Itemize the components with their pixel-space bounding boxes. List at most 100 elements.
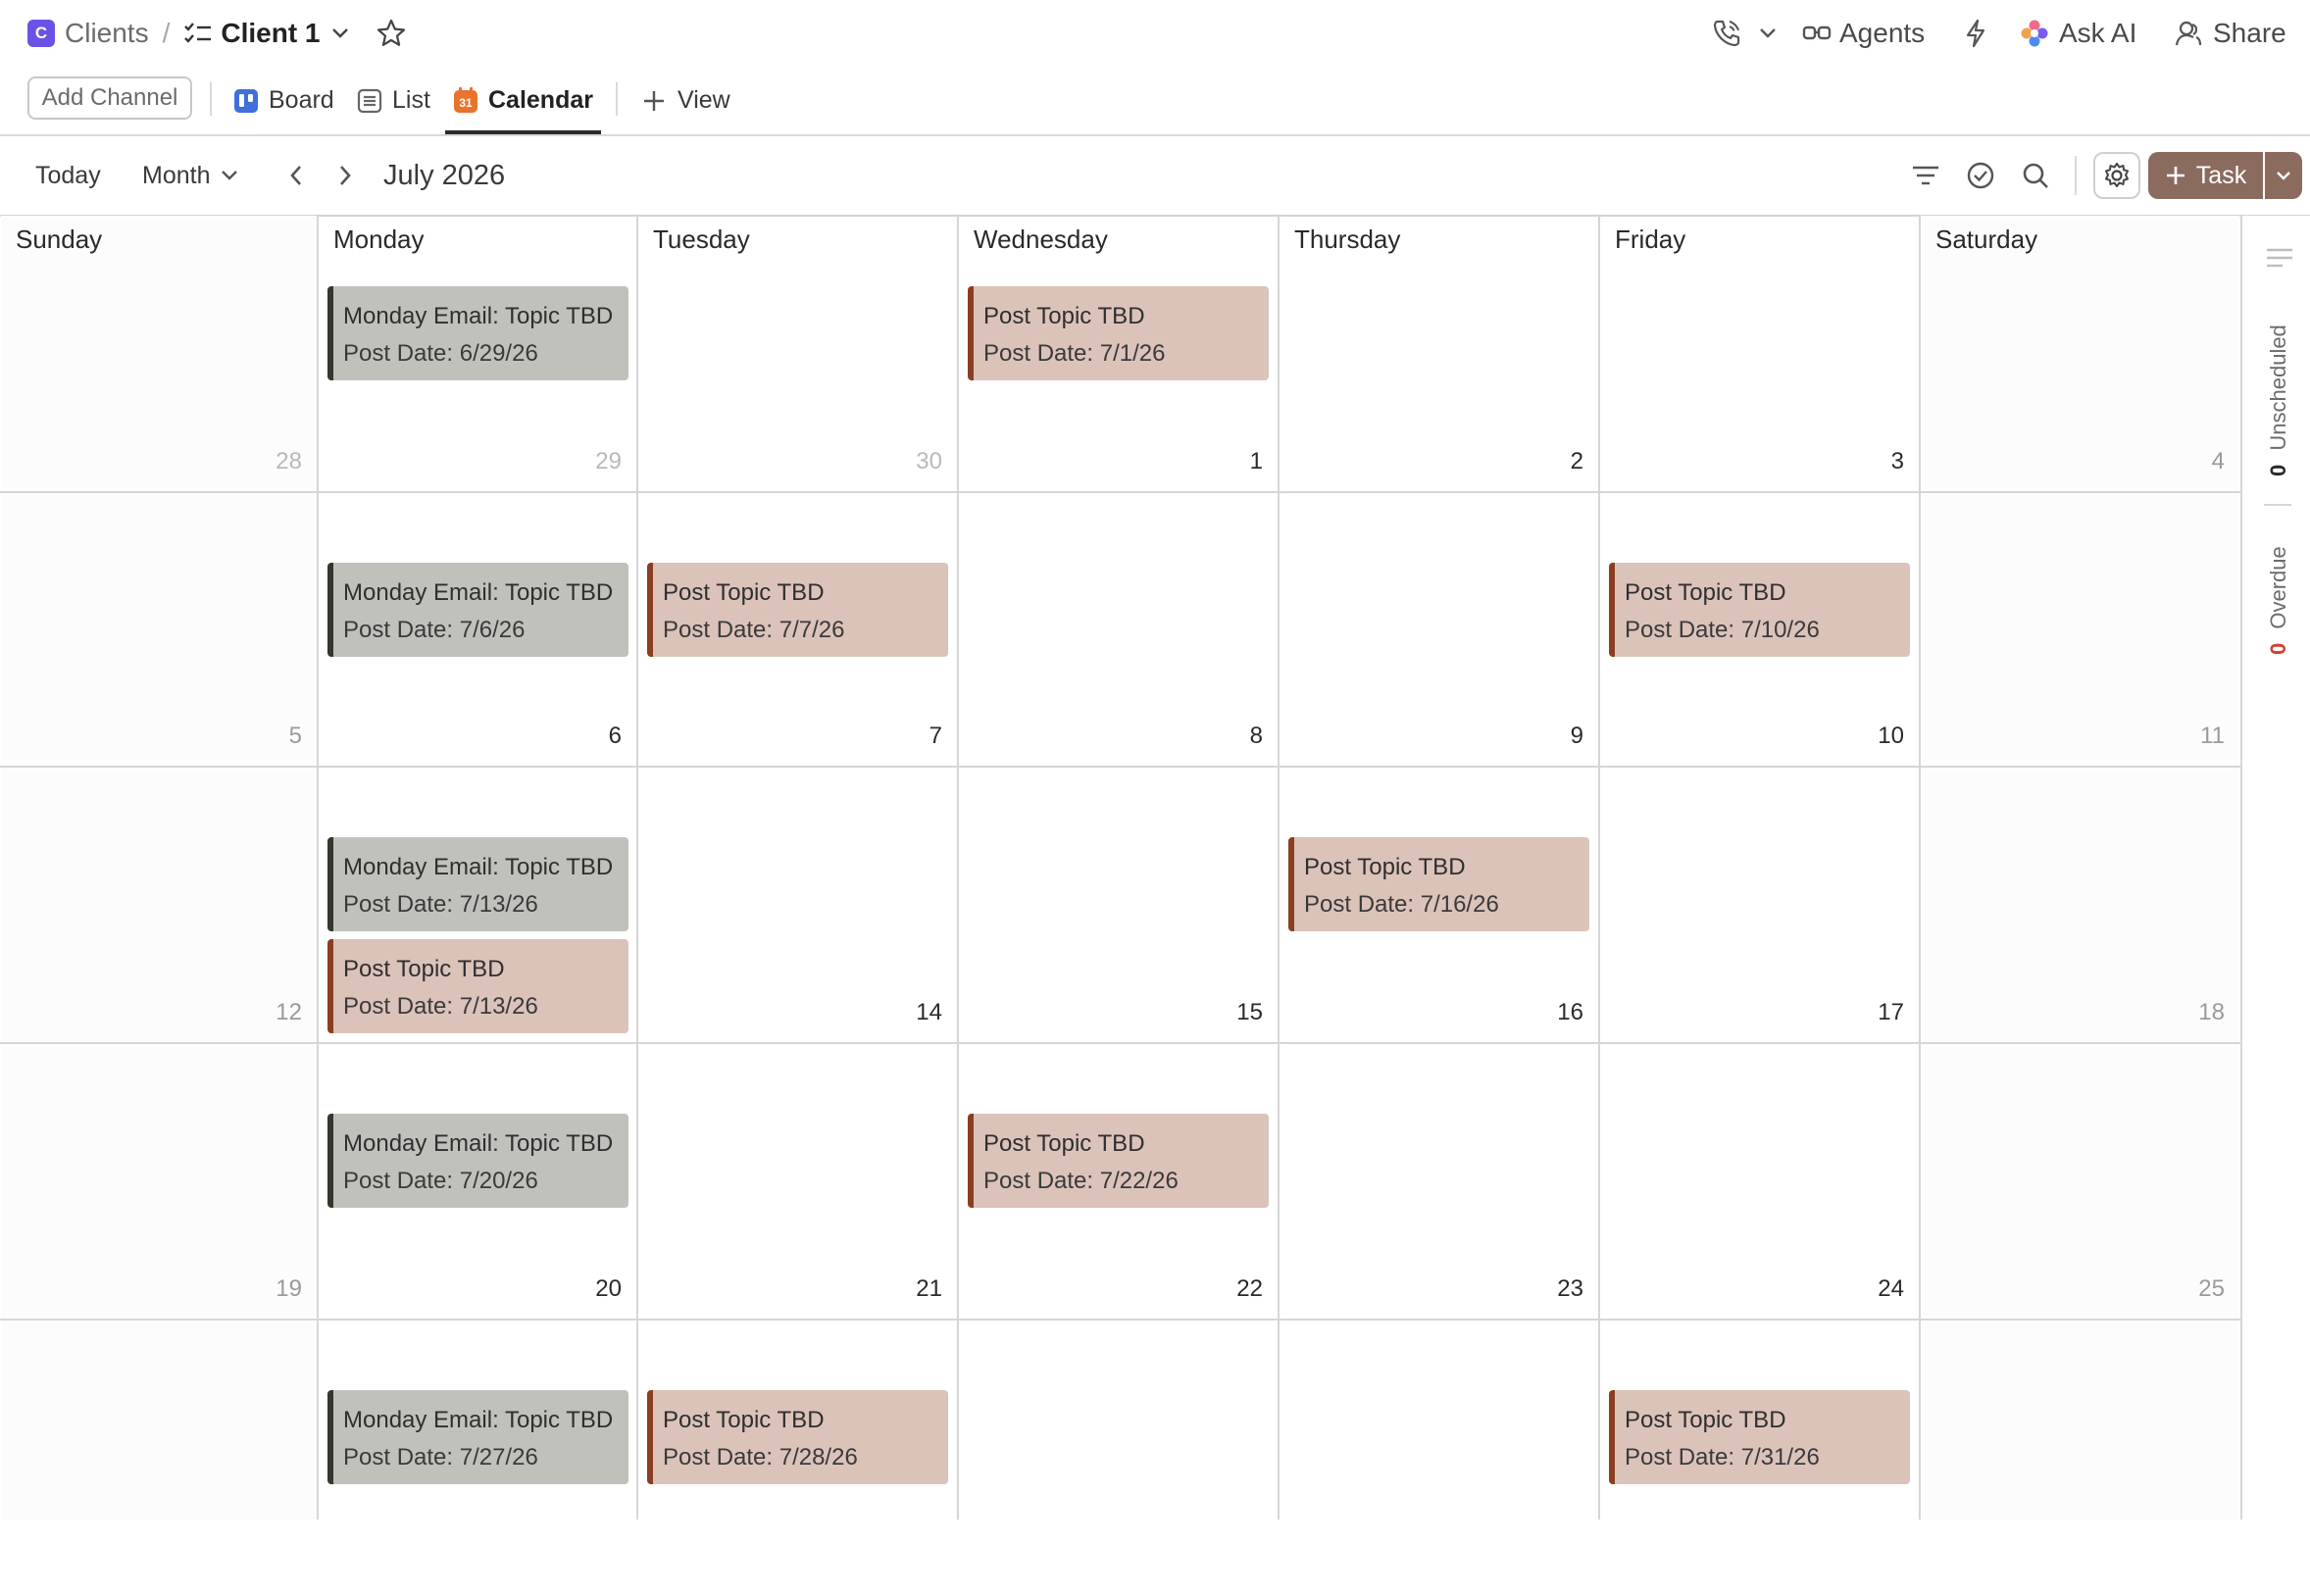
tab-board[interactable]: Board	[233, 67, 334, 134]
event-title: Monday Email: Topic TBD	[343, 579, 614, 606]
breadcrumb-workspace[interactable]: Clients	[65, 18, 149, 49]
day-number: 22	[1236, 1275, 1263, 1302]
event-card[interactable]: Post Topic TBD Post Date: 7/7/26	[647, 563, 948, 657]
event-card[interactable]: Post Topic TBD Post Date: 7/28/26	[647, 1390, 948, 1484]
list-icon	[357, 88, 382, 114]
event-post-date: Post Date: 7/16/26	[1304, 891, 1499, 918]
tab-board-label: Board	[269, 86, 334, 114]
event-title: Monday Email: Topic TBD	[343, 303, 614, 329]
rail-divider	[2264, 504, 2291, 506]
settings-button[interactable]	[2093, 152, 2140, 199]
event-card[interactable]: Post Topic TBD Post Date: 7/16/26	[1288, 837, 1589, 931]
day-number: 14	[916, 999, 942, 1025]
day-number: 10	[1878, 723, 1904, 749]
day-cell[interactable]	[0, 1320, 318, 1596]
day-number: 16	[1557, 999, 1583, 1025]
event-card[interactable]: Post Topic TBD Post Date: 7/13/26	[327, 939, 628, 1033]
day-number: 30	[916, 448, 942, 474]
today-button[interactable]: Today	[35, 136, 101, 215]
plus-icon	[642, 89, 666, 113]
add-task-label: Task	[2195, 161, 2247, 189]
unscheduled-label: Unscheduled	[2266, 324, 2290, 451]
day-number: 1	[1249, 448, 1263, 474]
overdue-toggle[interactable]: 0 Overdue	[2266, 546, 2291, 655]
list-type-icon	[183, 21, 213, 46]
chevron-down-icon	[2275, 170, 2292, 181]
event-card[interactable]: Post Topic TBD Post Date: 7/31/26	[1609, 1390, 1910, 1484]
phone-chevron-down-icon[interactable]	[1758, 26, 1778, 40]
day-cell[interactable]	[958, 1320, 1279, 1596]
overdue-label: Overdue	[2266, 546, 2290, 629]
automation-button[interactable]	[1964, 0, 1987, 67]
tab-calendar[interactable]: 31 Calendar	[453, 67, 593, 134]
day-number: 9	[1570, 723, 1583, 749]
day-number: 2	[1570, 448, 1583, 474]
event-card[interactable]: Post Topic TBD Post Date: 7/1/26	[968, 286, 1269, 380]
rail-menu-icon[interactable]	[2266, 247, 2293, 275]
add-task-options-button[interactable]	[2265, 152, 2302, 199]
share-button[interactable]: Share	[2174, 0, 2286, 67]
add-channel-button[interactable]: Add Channel	[27, 76, 192, 120]
toolbar-divider	[2075, 156, 2077, 195]
event-post-date: Post Date: 7/13/26	[343, 993, 538, 1020]
event-post-date: Post Date: 7/31/26	[1625, 1444, 1820, 1471]
day-number: 11	[2200, 723, 2225, 749]
ask-ai-button[interactable]: Ask AI	[2020, 0, 2136, 67]
filter-icon[interactable]	[1904, 154, 1947, 197]
phone-menu[interactable]	[1711, 0, 1778, 67]
day-number: 5	[288, 723, 302, 749]
views-bar: Add Channel Board List 31 Calendar View	[0, 67, 2310, 136]
add-task-button[interactable]: Task	[2148, 152, 2263, 199]
event-title: Monday Email: Topic TBD	[343, 854, 614, 880]
check-circle-icon[interactable]	[1959, 154, 2002, 197]
day-number: 15	[1236, 999, 1263, 1025]
event-post-date: Post Date: 7/1/26	[983, 340, 1166, 367]
agents-button[interactable]: Agents	[1802, 0, 1925, 67]
add-view-button[interactable]: View	[642, 67, 730, 134]
calendar-icon: 31	[453, 87, 478, 114]
day-number: 29	[595, 448, 622, 474]
breadcrumb-list-name[interactable]: Client 1	[221, 18, 320, 49]
chevron-down-icon[interactable]	[330, 26, 350, 40]
event-post-date: Post Date: 7/22/26	[983, 1168, 1179, 1194]
event-title: Monday Email: Topic TBD	[343, 1130, 614, 1157]
calendar-month-grid: Sunday Monday Tuesday Wednesday Thursday Frid…	[0, 216, 2240, 1520]
active-tab-indicator	[445, 130, 601, 134]
calendar-toolbar: Today Month July 2026 Task	[0, 136, 2310, 217]
phone-icon[interactable]	[1711, 18, 1742, 49]
share-label: Share	[2213, 18, 2286, 48]
event-card[interactable]: Post Topic TBD Post Date: 7/22/26	[968, 1114, 1269, 1208]
event-card[interactable]: Monday Email: Topic TBD Post Date: 7/27/2…	[327, 1390, 628, 1484]
day-number: 28	[276, 448, 302, 474]
day-cell[interactable]	[1920, 1320, 2240, 1596]
event-card[interactable]: Monday Email: Topic TBD Post Date: 7/13/2…	[327, 837, 628, 931]
event-title: Post Topic TBD	[983, 303, 1145, 329]
event-title: Post Topic TBD	[983, 1130, 1145, 1157]
event-post-date: Post Date: 7/7/26	[663, 617, 845, 643]
chevron-left-icon[interactable]	[275, 154, 318, 197]
board-icon	[233, 88, 259, 114]
event-title: Post Topic TBD	[1625, 1407, 1786, 1433]
event-card[interactable]: Monday Email: Topic TBD Post Date: 6/29/2…	[327, 286, 628, 380]
agents-label: Agents	[1839, 18, 1926, 48]
tab-list[interactable]: List	[357, 67, 430, 134]
lightning-icon[interactable]	[1964, 19, 1987, 48]
day-cell[interactable]	[1279, 1320, 1599, 1596]
event-card[interactable]: Monday Email: Topic TBD Post Date: 7/20/2…	[327, 1114, 628, 1208]
event-title: Post Topic TBD	[343, 956, 505, 982]
day-number: 12	[276, 999, 302, 1025]
event-title: Post Topic TBD	[1304, 854, 1466, 880]
day-number: 24	[1878, 1275, 1904, 1302]
chevron-right-icon[interactable]	[324, 154, 367, 197]
unscheduled-toggle[interactable]: 0 Unscheduled	[2266, 324, 2291, 476]
event-post-date: Post Date: 7/27/26	[343, 1444, 538, 1471]
event-post-date: Post Date: 7/20/26	[343, 1168, 538, 1194]
star-icon[interactable]	[376, 18, 407, 49]
event-card[interactable]: Monday Email: Topic TBD Post Date: 7/6/26	[327, 563, 628, 657]
month-dropdown[interactable]: Month	[142, 136, 239, 215]
workspace-badge[interactable]: C	[27, 20, 55, 47]
period-title: July 2026	[383, 159, 506, 191]
day-number: 20	[595, 1275, 622, 1302]
event-card[interactable]: Post Topic TBD Post Date: 7/10/26	[1609, 563, 1910, 657]
search-icon[interactable]	[2014, 154, 2057, 197]
